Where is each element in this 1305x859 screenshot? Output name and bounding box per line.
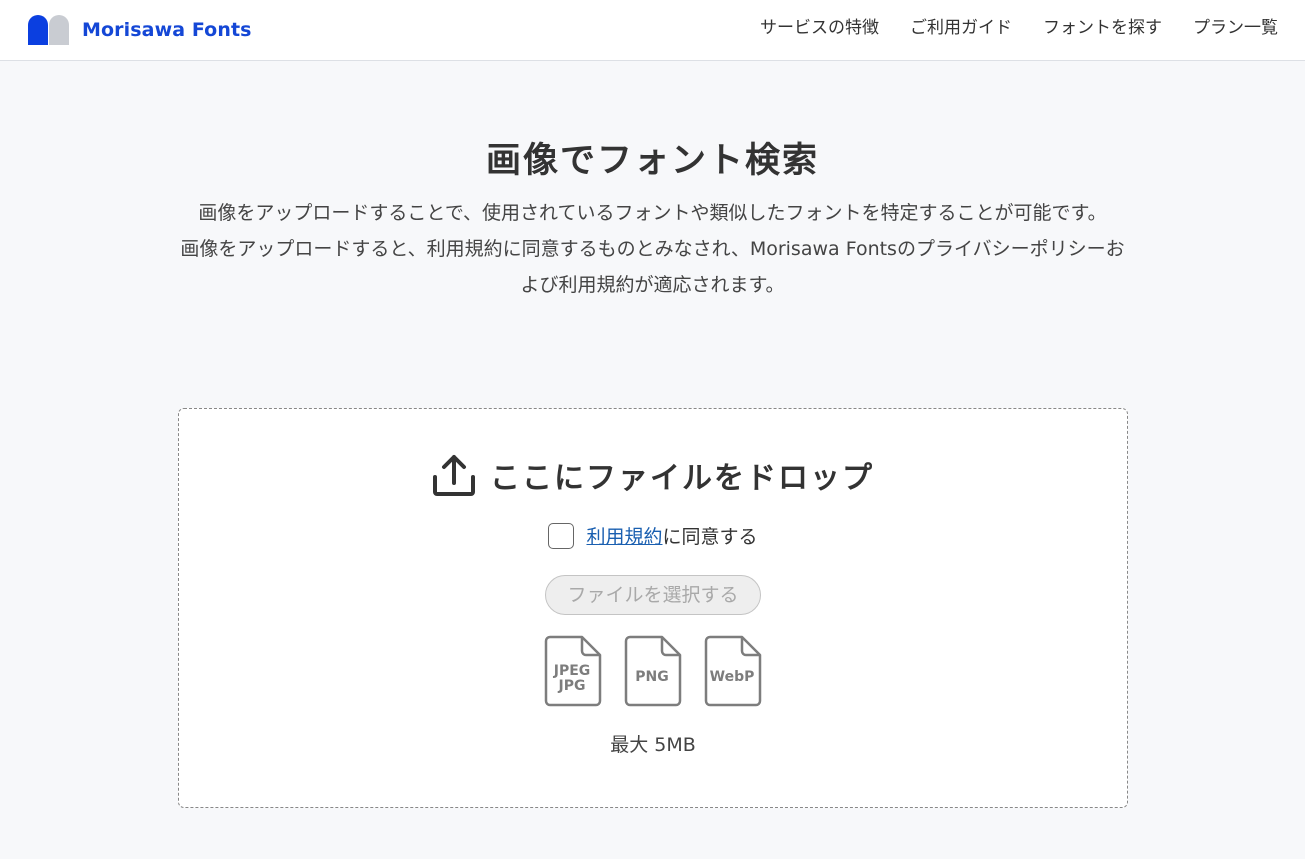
terms-checkbox[interactable] xyxy=(548,522,575,549)
nav-guide[interactable]: ご利用ガイド xyxy=(910,17,1012,39)
format-png: PNG xyxy=(624,635,682,707)
nav-features[interactable]: サービスの特徴 xyxy=(760,17,879,39)
logo-mark-icon xyxy=(28,15,69,45)
nav-plans[interactable]: プラン一覧 xyxy=(1193,17,1278,39)
select-file-button[interactable]: ファイルを選択する xyxy=(545,575,761,615)
format-png-label: PNG xyxy=(635,669,669,685)
description-line-2: 画像をアップロードすると、利用規約に同意するものとみなされ、Morisawa F… xyxy=(180,238,1125,296)
page-description: 画像をアップロードすることで、使用されているフォントや類似したフォントを特定する… xyxy=(176,195,1129,303)
format-jpeg: JPEG JPG xyxy=(544,635,602,707)
file-dropzone[interactable]: ここにファイルをドロップ 利用規約 に同意する ファイルを選択する JPEG J… xyxy=(178,408,1128,808)
dropzone-title: ここにファイルをドロップ xyxy=(179,453,1127,497)
upload-icon xyxy=(433,455,475,496)
format-jpeg-label: JPEG JPG xyxy=(544,664,600,694)
page-title: 画像でフォント検索 xyxy=(485,141,819,181)
logo[interactable]: Morisawa Fonts xyxy=(28,15,252,45)
dropzone-title-text: ここにファイルをドロップ xyxy=(490,461,874,496)
nav-find-fonts[interactable]: フォントを探す xyxy=(1043,17,1162,39)
terms-link[interactable]: 利用規約 xyxy=(586,522,662,549)
supported-formats: JPEG JPG PNG WebP xyxy=(179,635,1127,707)
format-jpeg-line1: JPEG xyxy=(553,663,591,679)
format-webp-label: WebP xyxy=(709,669,755,685)
max-file-size: 最大 5MB xyxy=(610,734,696,756)
terms-agree-text: に同意する xyxy=(662,526,758,548)
format-webp: WebP xyxy=(704,635,762,707)
main-nav: サービスの特徴 ご利用ガイド フォントを探す プラン一覧 xyxy=(729,17,1278,39)
terms-agreement: 利用規約 に同意する xyxy=(179,522,1127,549)
logo-text: Morisawa Fonts xyxy=(82,19,252,41)
format-jpg-line2: JPG xyxy=(558,678,586,694)
site-header: Morisawa Fonts サービスの特徴 ご利用ガイド フォントを探す プラ… xyxy=(0,0,1305,61)
description-line-1: 画像をアップロードすることで、使用されているフォントや類似したフォントを特定する… xyxy=(198,202,1107,224)
